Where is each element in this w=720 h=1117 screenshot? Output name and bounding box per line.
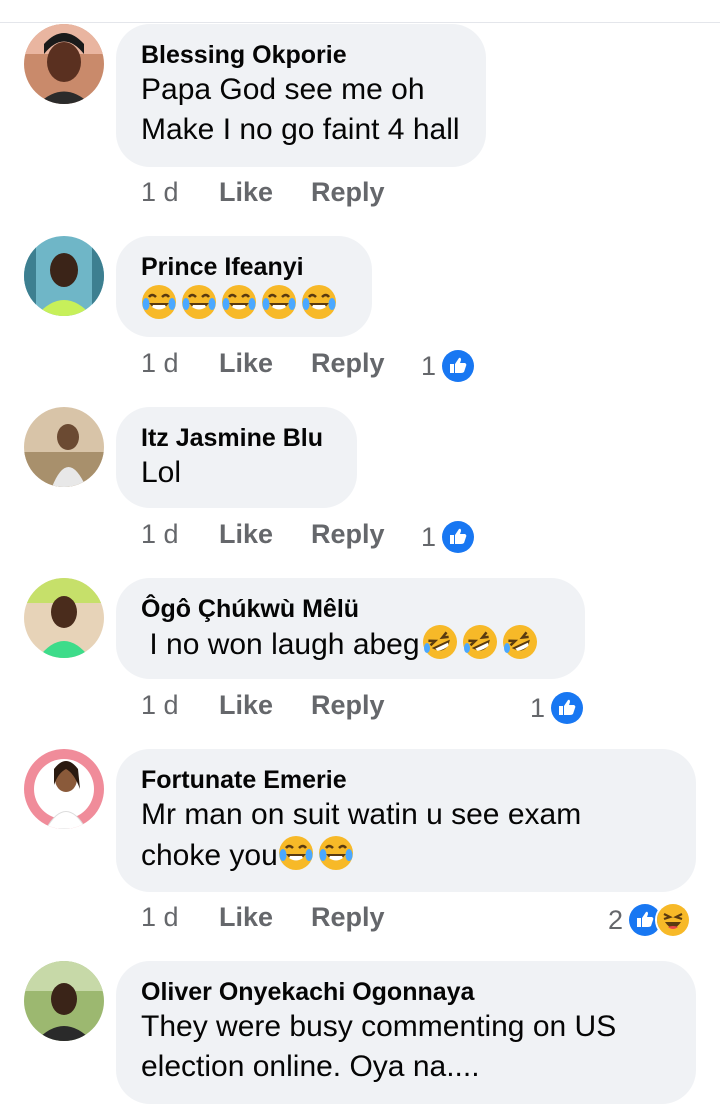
like-button[interactable]: Like xyxy=(219,902,273,933)
timestamp[interactable]: 1 d xyxy=(141,902,179,933)
divider xyxy=(0,22,720,23)
tears-of-joy-emoji xyxy=(278,835,314,871)
tears-of-joy-emoji xyxy=(261,284,297,320)
commenter-name[interactable]: Ôgô Çhúkwù Mêlü xyxy=(141,594,559,624)
comment-text-line: Make I no go faint 4 hall xyxy=(141,113,460,146)
tears-of-joy-emoji xyxy=(301,284,337,320)
like-reaction-icon xyxy=(440,519,477,555)
reply-button[interactable]: Reply xyxy=(311,519,385,550)
commenter-name[interactable]: Prince Ifeanyi xyxy=(141,252,346,282)
comment-text-line: I no won laugh abeg xyxy=(141,624,559,665)
haha-reaction-icon xyxy=(655,902,692,938)
like-reaction-icon xyxy=(549,690,586,726)
comment-text-line: Lol xyxy=(141,456,182,489)
tears-of-joy-emoji xyxy=(181,284,217,320)
commenter-name[interactable]: Oliver Onyekachi Ogonnaya xyxy=(141,977,670,1007)
comment-text-line: Papa God see me oh xyxy=(141,73,425,106)
timestamp[interactable]: 1 d xyxy=(141,348,179,379)
comment-bubble: Fortunate Emerie Mr man on suit watin u … xyxy=(116,749,696,892)
rolling-laughing-emoji xyxy=(462,624,498,660)
like-reaction-icon xyxy=(440,348,477,384)
tears-of-joy-emoji xyxy=(141,284,177,320)
commenter-name[interactable]: Blessing Okporie xyxy=(141,40,460,70)
like-button[interactable]: Like xyxy=(219,519,273,550)
reaction-summary[interactable]: 2 xyxy=(608,902,692,938)
avatar[interactable] xyxy=(24,749,104,829)
avatar[interactable] xyxy=(24,236,104,316)
like-button[interactable]: Like xyxy=(219,177,273,208)
reply-button[interactable]: Reply xyxy=(311,902,385,933)
commenter-name[interactable]: Fortunate Emerie xyxy=(141,765,670,795)
rolling-laughing-emoji xyxy=(422,624,458,660)
timestamp[interactable]: 1 d xyxy=(141,519,179,550)
commenter-name[interactable]: Itz Jasmine Blu xyxy=(141,423,331,453)
avatar[interactable] xyxy=(24,961,104,1041)
comment-text-line: election online. Oya na.... xyxy=(141,1050,480,1083)
avatar[interactable] xyxy=(24,578,104,658)
comment-text-line: choke you xyxy=(141,835,670,876)
timestamp[interactable]: 1 d xyxy=(141,690,179,721)
comment-text-line: Mr man on suit watin u see exam xyxy=(141,798,582,831)
comment-text-line: They were busy commenting on US xyxy=(141,1010,617,1043)
tears-of-joy-emoji xyxy=(318,835,354,871)
avatar[interactable] xyxy=(24,407,104,487)
timestamp[interactable]: 1 d xyxy=(141,177,179,208)
rolling-laughing-emoji xyxy=(502,624,538,660)
reaction-summary[interactable]: 1 xyxy=(421,348,477,384)
comment-bubble: Itz Jasmine Blu Lol xyxy=(116,407,357,508)
comment-bubble: Blessing Okporie Papa God see me oh Make… xyxy=(116,24,486,167)
reply-button[interactable]: Reply xyxy=(311,177,385,208)
comment-text: choke you xyxy=(141,839,278,872)
reaction-count: 1 xyxy=(530,692,546,723)
reaction-count: 1 xyxy=(421,350,437,381)
reaction-summary[interactable]: 1 xyxy=(530,690,586,726)
tears-of-joy-emoji xyxy=(221,284,257,320)
reaction-count: 2 xyxy=(608,904,624,935)
comment-bubble: Oliver Onyekachi Ogonnaya They were busy… xyxy=(116,961,696,1104)
like-button[interactable]: Like xyxy=(219,690,273,721)
comment-text: I no won laugh abeg xyxy=(141,628,420,661)
reply-button[interactable]: Reply xyxy=(311,348,385,379)
like-button[interactable]: Like xyxy=(219,348,273,379)
comment-bubble: Prince Ifeanyi xyxy=(116,236,372,337)
reply-button[interactable]: Reply xyxy=(311,690,385,721)
comment-text-line xyxy=(141,282,346,325)
avatar[interactable] xyxy=(24,24,104,104)
reaction-summary[interactable]: 1 xyxy=(421,519,477,555)
reaction-count: 1 xyxy=(421,521,437,552)
comment-bubble: Ôgô Çhúkwù Mêlü I no won laugh abeg xyxy=(116,578,585,679)
